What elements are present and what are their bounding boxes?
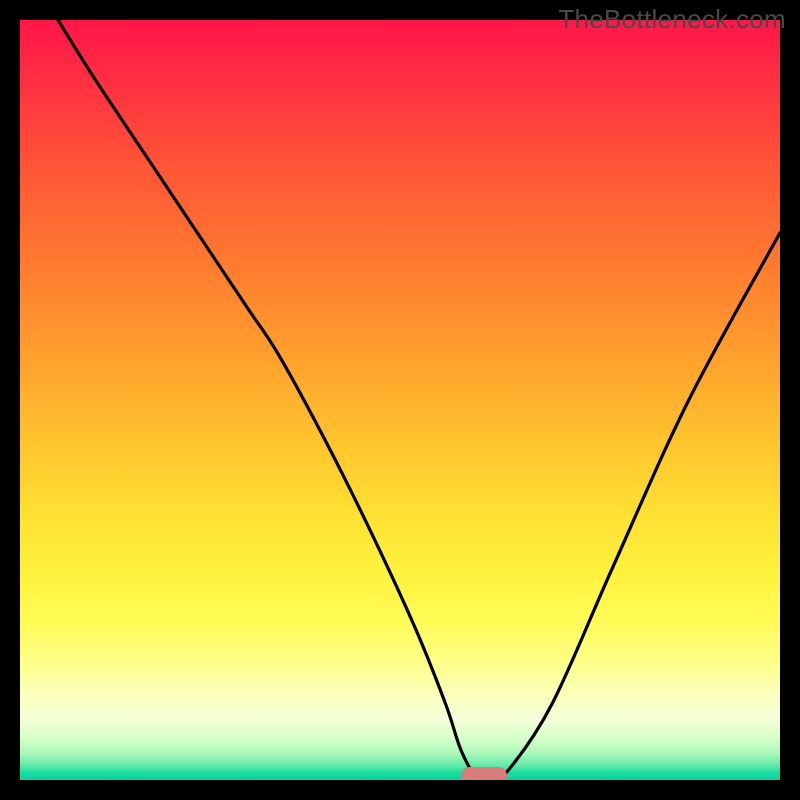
plot-area [20,20,780,780]
chart-frame: TheBottleneck.com [0,0,800,800]
optimal-marker [461,767,507,780]
watermark-text: TheBottleneck.com [558,4,786,35]
bottleneck-curve [20,20,780,780]
